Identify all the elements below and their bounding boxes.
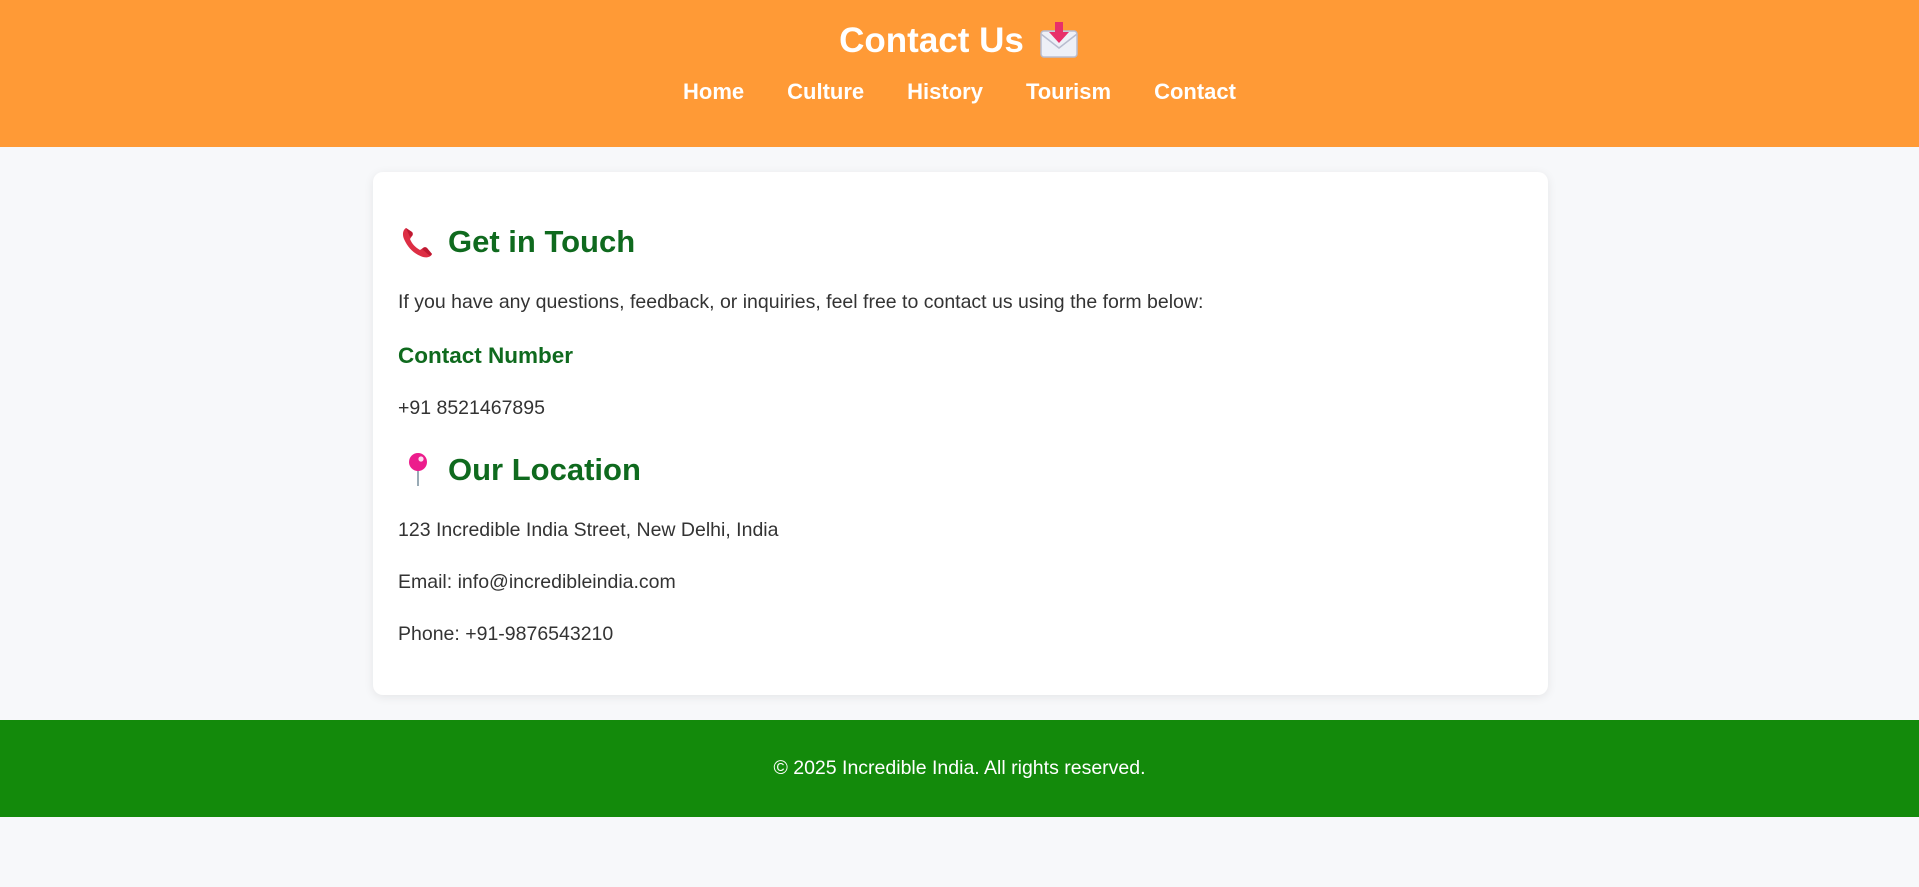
contact-number-heading: Contact Number [398,343,574,368]
page-title: Contact Us [839,18,1080,64]
site-footer: © 2025 Incredible India. All rights rese… [0,720,1919,817]
email-text: Email: info@incredibleindia.com [398,571,676,593]
get-in-touch-heading: Get in Touch [398,222,635,262]
nav-contact-link[interactable]: Contact [1154,77,1236,107]
inbox-tray-envelope-icon [1038,21,1080,61]
intro-text: If you have any questions, feedback, or … [398,291,1204,313]
main-nav: Home Culture History Tourism Contact [0,77,1919,107]
our-location-heading-text: Our Location [448,452,641,487]
round-pushpin-icon [398,450,438,490]
nav-tourism-link[interactable]: Tourism [1026,77,1111,107]
contact-card: Get in Touch If you have any questions, … [373,172,1548,695]
nav-culture-link[interactable]: Culture [787,77,864,107]
telephone-receiver-icon [398,222,438,262]
address-text: 123 Incredible India Street, New Delhi, … [398,519,779,541]
nav-home-link[interactable]: Home [683,77,744,107]
phone-text: Phone: +91-9876543210 [398,623,614,645]
get-in-touch-heading-text: Get in Touch [448,224,636,259]
copyright-text: © 2025 Incredible India. All rights rese… [773,757,1146,779]
our-location-heading: Our Location [398,450,641,490]
nav-history-link[interactable]: History [907,77,983,107]
contact-number-value: +91 8521467895 [398,397,545,419]
page-title-text: Contact Us [839,21,1024,60]
site-header: Contact Us Home Culture History Tourism … [0,0,1919,147]
